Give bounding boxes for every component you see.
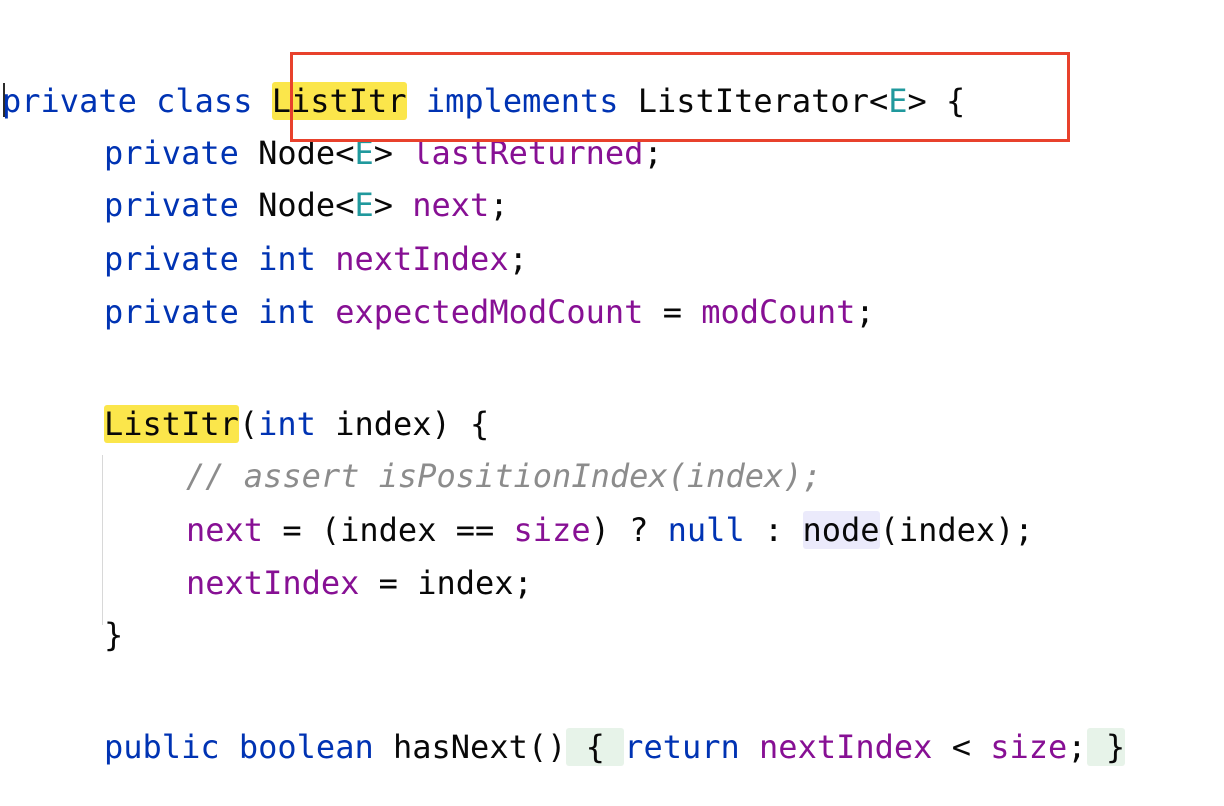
field-size[interactable]: size [990, 728, 1067, 766]
field-next[interactable]: next [186, 511, 263, 549]
open-paren: ( [238, 405, 259, 443]
expression-part-4: (index); [879, 511, 1034, 549]
keyword-int: int [258, 405, 316, 443]
folded-region-start[interactable]: { [566, 728, 625, 766]
keyword-private: private [104, 134, 239, 172]
keyword-public-boolean: public boolean [104, 728, 374, 766]
expression-part-2: ) ? [590, 511, 668, 549]
less-than-operator: < [932, 728, 991, 766]
method-parens: () [527, 728, 567, 766]
keyword-null: null [667, 511, 745, 549]
keyword-private-int: private int [104, 293, 316, 331]
comment-text: // assert isPositionIndex(index); [186, 457, 822, 495]
constructor-name-highlighted[interactable]: ListItr [104, 405, 239, 443]
fold-close-brace: } [1105, 728, 1126, 766]
semicolon: ; [1067, 728, 1087, 766]
semicolon: ; [855, 293, 875, 331]
keyword-private: private [104, 186, 239, 224]
semicolon: ; [489, 186, 509, 224]
keyword-private-int: private int [104, 240, 316, 278]
type-node-close: > [373, 186, 393, 224]
field-next[interactable]: next [412, 186, 489, 224]
code-line-next-assignment[interactable]: next = (index == size) ? null : node(ind… [186, 505, 1034, 555]
field-expected-mod-count[interactable]: expectedModCount [335, 293, 643, 331]
code-line-next-index-assignment[interactable]: nextIndex = index; [186, 558, 533, 608]
gutter-marker [3, 83, 5, 117]
close-brace: } [104, 616, 124, 654]
fold-open-brace: { [585, 728, 605, 766]
code-line-field-expected-mod-count[interactable]: private int expectedModCount = modCount; [104, 287, 875, 337]
folded-region-end[interactable]: } [1086, 728, 1126, 766]
code-editor[interactable]: private class ListItr implements ListIte… [0, 0, 1224, 806]
field-next-index[interactable]: nextIndex [186, 564, 359, 602]
assign-operator: = [643, 293, 702, 331]
semicolon: ; [508, 240, 528, 278]
indent-guide [102, 455, 103, 625]
field-size[interactable]: size [514, 511, 591, 549]
field-mod-count[interactable]: modCount [701, 293, 855, 331]
expression-part-1: = (index == [263, 511, 514, 549]
keyword-return: return [624, 728, 740, 766]
code-line-close-brace[interactable]: } [104, 610, 123, 660]
code-line-constructor[interactable]: ListItr(int index) { [104, 399, 489, 449]
annotation-highlight-box [290, 52, 1070, 142]
assignment-rest: = index; [359, 564, 533, 602]
type-node: Node< [258, 186, 355, 224]
code-line-field-next-index[interactable]: private int nextIndex; [104, 234, 528, 284]
code-line-has-next[interactable]: public boolean hasNext() { return nextIn… [104, 722, 1126, 772]
method-node-usage[interactable]: node [802, 511, 880, 549]
code-line-comment[interactable]: // assert isPositionIndex(index); [186, 451, 822, 501]
field-next-index[interactable]: nextIndex [335, 240, 508, 278]
keyword-private-class: private class [2, 82, 253, 120]
generic-param: E [354, 186, 374, 224]
method-has-next[interactable]: hasNext [393, 728, 528, 766]
code-line-field-next[interactable]: private Node<E> next; [104, 180, 509, 230]
expression-part-3: : [744, 511, 803, 549]
constructor-params-rest: index) { [315, 405, 490, 443]
field-next-index[interactable]: nextIndex [759, 728, 932, 766]
